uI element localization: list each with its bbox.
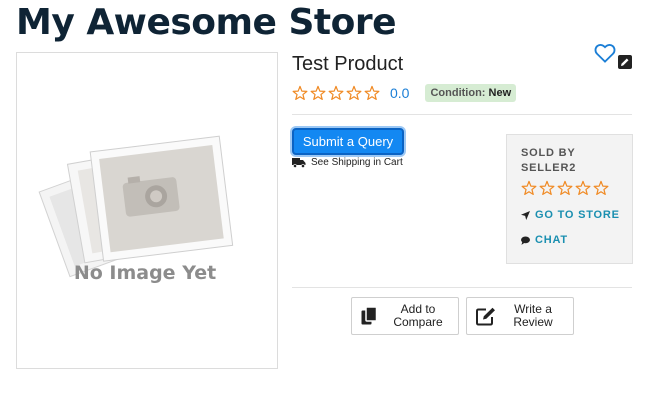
chat-label: CHAT: [535, 234, 568, 246]
add-to-compare-button[interactable]: Add to Compare: [351, 297, 459, 335]
condition-badge: Condition: New: [425, 84, 517, 102]
condition-value: New: [488, 87, 512, 99]
write-review-button[interactable]: Write a Review: [466, 297, 574, 335]
product-rating-row: 0.0 Condition: New: [292, 83, 517, 103]
pencil-icon[interactable]: [618, 55, 632, 69]
truck-icon: [292, 158, 306, 168]
star-icon: [575, 180, 591, 196]
sold-by-block: SOLD BY SELLER2: [521, 146, 621, 176]
no-image-illustration: No Image Yet: [38, 135, 234, 284]
seller-rating-stars: [521, 180, 609, 196]
star-icon: [364, 85, 380, 101]
star-icon: [557, 180, 573, 196]
seller-name: SELLER2: [521, 162, 577, 174]
product-title: Test Product: [292, 53, 404, 75]
rating-value: 0.0: [390, 85, 410, 101]
divider: [292, 114, 632, 115]
star-icon: [593, 180, 609, 196]
heart-outline-icon[interactable]: [594, 43, 616, 63]
condition-label: Condition:: [430, 87, 486, 99]
location-arrow-icon: [521, 210, 530, 220]
edit-square-icon: [476, 307, 495, 326]
review-label-line2: Review: [513, 315, 553, 329]
star-icon: [346, 85, 362, 101]
product-rating-stars[interactable]: [292, 85, 380, 101]
star-icon: [521, 180, 537, 196]
submit-query-button[interactable]: Submit a Query: [292, 128, 404, 155]
compare-label-line2: Compare: [393, 315, 443, 329]
seller-panel: SOLD BY SELLER2 GO TO STORE CHAT: [506, 134, 633, 264]
divider: [292, 287, 632, 288]
chat-link[interactable]: CHAT: [521, 234, 568, 246]
no-image-text: No Image Yet: [74, 262, 216, 284]
shipping-note: See Shipping in Cart: [292, 157, 403, 168]
store-title: My Awesome Store: [16, 2, 397, 43]
go-to-store-link[interactable]: GO TO STORE: [521, 209, 620, 221]
copy-icon: [361, 307, 377, 325]
star-icon: [292, 85, 308, 101]
star-icon: [328, 85, 344, 101]
comment-icon: [521, 235, 530, 245]
sold-by-label: SOLD BY: [521, 147, 576, 159]
star-icon: [539, 180, 555, 196]
product-image-placeholder: No Image Yet: [16, 52, 278, 369]
star-icon: [310, 85, 326, 101]
go-to-store-label: GO TO STORE: [535, 209, 620, 221]
shipping-text: See Shipping in Cart: [311, 157, 403, 168]
